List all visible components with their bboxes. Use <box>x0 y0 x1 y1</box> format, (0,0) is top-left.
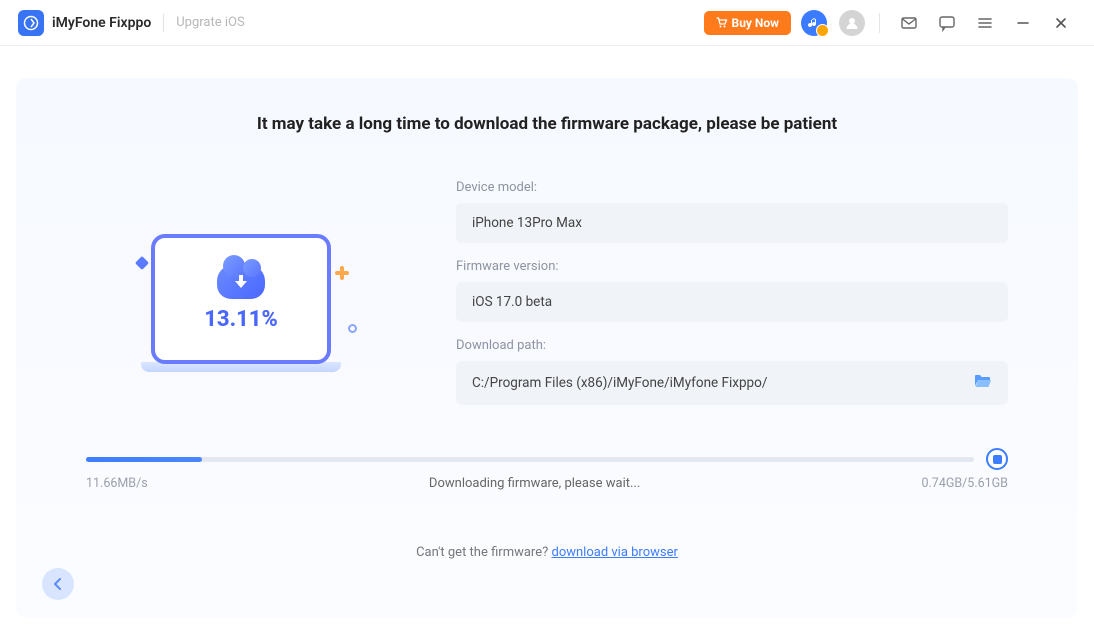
stop-download-button[interactable] <box>986 448 1008 470</box>
music-assistant-button[interactable] <box>799 8 829 38</box>
minimize-icon <box>1016 16 1030 30</box>
breadcrumb: Upgrate iOS <box>176 15 244 30</box>
arrow-left-icon <box>50 576 66 592</box>
firmware-version-field: iOS 17.0 beta <box>456 282 1008 322</box>
form-panel: Device model: iPhone 13Pro Max Firmware … <box>456 174 1008 421</box>
download-path-label: Download path: <box>456 338 1008 353</box>
divider <box>879 13 880 33</box>
titlebar: iMyFone Fixppo Upgrate iOS Buy Now <box>0 0 1094 46</box>
device-screen-graphic: 13.11% <box>151 234 331 364</box>
app-logo-icon <box>18 10 44 36</box>
home-button-decor-icon <box>348 324 357 333</box>
helper-prefix: Can't get the firmware? <box>416 545 551 560</box>
account-button[interactable] <box>837 8 867 38</box>
back-button[interactable] <box>42 568 74 600</box>
illustration: 13.11% <box>86 174 396 421</box>
content-area: It may take a long time to download the … <box>0 46 1094 634</box>
progress-fill <box>86 457 202 462</box>
mail-button[interactable] <box>894 8 924 38</box>
device-model-field: iPhone 13Pro Max <box>456 203 1008 243</box>
arrow-down-icon <box>235 275 247 289</box>
buy-now-button[interactable]: Buy Now <box>704 11 791 35</box>
firmware-version-value: iOS 17.0 beta <box>472 294 552 310</box>
diamond-decor-icon <box>135 255 149 269</box>
progress-section: 11.66MB/s Downloading firmware, please w… <box>86 457 1008 491</box>
download-percent: 13.11% <box>204 307 278 332</box>
helper-text: Can't get the firmware? download via bro… <box>86 545 1008 560</box>
chat-icon <box>938 14 956 32</box>
sparkle-decor-icon <box>335 266 349 280</box>
download-path-field: C:/Program Files (x86)/iMyFone/iMyfone F… <box>456 361 1008 405</box>
menu-icon <box>977 15 993 31</box>
download-via-browser-link[interactable]: download via browser <box>551 545 677 560</box>
browse-folder-button[interactable] <box>974 373 992 393</box>
device-model-value: iPhone 13Pro Max <box>472 215 582 231</box>
download-card: It may take a long time to download the … <box>16 78 1078 618</box>
avatar-icon <box>839 10 865 36</box>
feedback-button[interactable] <box>932 8 962 38</box>
music-icon <box>801 10 827 36</box>
download-path-value: C:/Program Files (x86)/iMyFone/iMyfone F… <box>472 375 767 391</box>
folder-open-icon <box>974 373 992 389</box>
close-button[interactable] <box>1046 8 1076 38</box>
menu-button[interactable] <box>970 8 1000 38</box>
cart-icon <box>716 17 728 29</box>
download-speed: 11.66MB/s <box>86 476 148 491</box>
app-name: iMyFone Fixppo <box>52 15 151 31</box>
firmware-version-label: Firmware version: <box>456 259 1008 274</box>
download-status: Downloading firmware, please wait... <box>429 476 640 491</box>
minimize-button[interactable] <box>1008 8 1038 38</box>
buy-now-label: Buy Now <box>732 16 779 30</box>
divider <box>163 14 164 32</box>
page-heading: It may take a long time to download the … <box>86 114 1008 134</box>
device-model-label: Device model: <box>456 180 1008 195</box>
mail-icon <box>900 14 918 32</box>
close-icon <box>1054 16 1068 30</box>
progress-bar <box>86 457 974 462</box>
download-size: 0.74GB/5.61GB <box>921 476 1008 491</box>
